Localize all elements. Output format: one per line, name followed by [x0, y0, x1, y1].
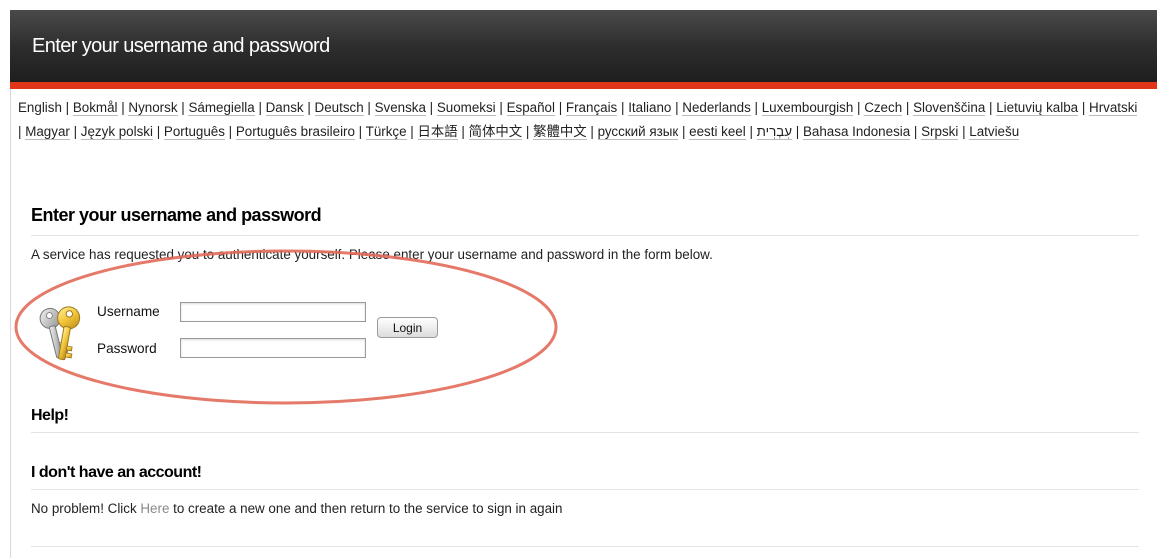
language-link[interactable]: Türkçe	[365, 123, 407, 140]
intro-text: A service has requested you to authentic…	[31, 247, 713, 262]
footer-divider	[31, 546, 1139, 547]
language-link[interactable]: Português	[163, 123, 225, 140]
language-link[interactable]: Nynorsk	[128, 100, 178, 116]
language-link[interactable]: Sámegiella	[188, 100, 255, 116]
language-separator: |	[522, 123, 534, 139]
language-separator: |	[303, 100, 315, 115]
language-link[interactable]: Deutsch	[314, 100, 364, 116]
main-heading: Enter your username and password	[31, 205, 322, 225]
language-separator: |	[177, 100, 189, 115]
language-separator: |	[457, 123, 469, 139]
language-separator: |	[910, 123, 922, 139]
language-separator: |	[792, 123, 803, 139]
language-link[interactable]: עִבְרִית	[756, 123, 793, 140]
language-link[interactable]: Bokmål	[72, 100, 118, 116]
language-link[interactable]: Czech	[864, 100, 903, 116]
page-frame-top	[0, 0, 1157, 10]
language-link[interactable]: Italiano	[628, 100, 672, 116]
language-link[interactable]: Português brasileiro	[235, 123, 355, 140]
language-separator: |	[117, 100, 129, 115]
help-heading: Help!	[31, 407, 69, 424]
username-input[interactable]	[180, 302, 366, 322]
language-separator: |	[254, 100, 266, 115]
language-link[interactable]: Język polski	[80, 123, 153, 140]
language-bar: English | Bokmål | Nynorsk | Sámegiella …	[18, 96, 1143, 143]
no-account-text-before: No problem! Click	[31, 501, 141, 516]
language-separator: |	[224, 123, 236, 139]
language-separator: |	[1078, 100, 1090, 115]
language-link[interactable]: Lietuvių kalba	[996, 100, 1079, 116]
language-separator: |	[554, 100, 566, 115]
language-link[interactable]: 日本語	[417, 123, 458, 140]
language-separator: |	[902, 100, 914, 115]
language-link[interactable]: русский язык	[597, 123, 679, 140]
language-link[interactable]: Español	[506, 100, 555, 116]
language-separator: |	[671, 100, 683, 115]
language-current: English	[18, 100, 62, 115]
language-link[interactable]: Latviešu	[969, 123, 1020, 140]
keys-icon	[39, 306, 81, 361]
language-link[interactable]: Bahasa Indonesia	[802, 123, 911, 140]
language-separator: |	[61, 100, 73, 115]
password-label: Password	[97, 341, 157, 356]
language-link[interactable]: Slovenščina	[913, 100, 986, 116]
language-link[interactable]: Srpski	[921, 123, 959, 140]
language-separator: |	[586, 123, 598, 139]
language-link[interactable]: Nederlands	[682, 100, 751, 116]
language-link[interactable]: Suomeksi	[436, 100, 496, 116]
language-link[interactable]: Hrvatski	[1089, 100, 1138, 116]
language-separator: |	[354, 123, 366, 139]
language-separator: |	[750, 100, 762, 115]
help-divider	[31, 432, 1139, 433]
heading-divider	[31, 235, 1139, 236]
create-account-link[interactable]: Here	[140, 501, 169, 516]
language-link[interactable]: Dansk	[265, 100, 304, 116]
language-link[interactable]: Magyar	[25, 123, 70, 140]
language-link[interactable]: Luxembourgish	[761, 100, 854, 116]
language-separator: |	[152, 123, 164, 139]
no-account-text: No problem! Click Here to create a new o…	[31, 501, 562, 516]
header-title: Enter your username and password	[32, 35, 330, 57]
header-accent-bar	[10, 82, 1157, 89]
language-link[interactable]: Français	[565, 100, 618, 116]
no-account-text-after: to create a new one and then return to t…	[169, 501, 563, 516]
language-separator: |	[958, 123, 970, 139]
page-header: Enter your username and password	[10, 10, 1157, 82]
username-label: Username	[97, 304, 160, 319]
language-separator: |	[69, 123, 81, 139]
language-link[interactable]: Svenska	[374, 100, 426, 116]
language-link[interactable]: eesti keel	[689, 123, 746, 140]
language-separator: |	[406, 123, 418, 139]
language-separator: |	[495, 100, 507, 115]
content-left-border	[10, 89, 11, 558]
no-account-heading: I don't have an account!	[31, 464, 202, 481]
login-button[interactable]: Login	[377, 317, 438, 338]
language-separator: |	[363, 100, 375, 115]
language-separator: |	[678, 123, 690, 139]
language-separator: |	[985, 100, 997, 115]
language-separator: |	[745, 123, 757, 139]
no-account-divider	[31, 489, 1139, 490]
password-input[interactable]	[180, 338, 366, 358]
language-separator: |	[617, 100, 629, 115]
language-link[interactable]: 繁體中文	[533, 123, 587, 140]
language-link[interactable]: 简体中文	[468, 123, 523, 140]
page-frame-left	[0, 0, 9, 558]
language-separator: |	[853, 100, 865, 115]
language-separator: |	[425, 100, 437, 115]
